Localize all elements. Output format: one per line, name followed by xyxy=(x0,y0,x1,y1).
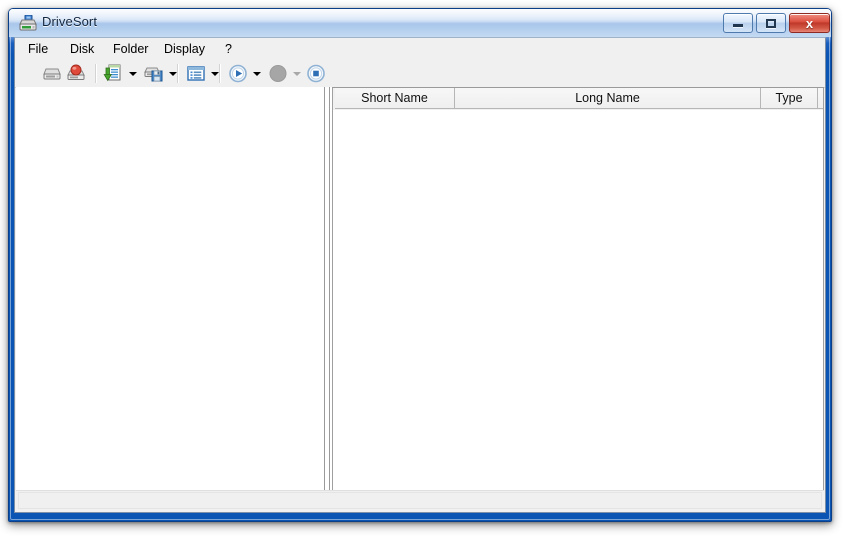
circle-icon xyxy=(269,65,287,82)
status-bar-panel xyxy=(18,492,822,509)
close-icon: x xyxy=(805,15,814,31)
column-header-filler xyxy=(818,88,823,109)
open-drive-button[interactable] xyxy=(41,63,63,84)
maximize-icon xyxy=(757,14,785,32)
menu-item-folder[interactable]: Folder xyxy=(106,41,155,58)
chevron-down-icon xyxy=(129,72,137,76)
sort-run-dropdown[interactable] xyxy=(250,63,263,84)
splitter-line xyxy=(324,87,325,491)
load-directory-dropdown[interactable] xyxy=(126,63,139,84)
client-area: File Disk Folder Display ? Short Name Lo… xyxy=(14,37,826,513)
play-circle-icon xyxy=(229,64,247,83)
title-bar-gloss xyxy=(9,9,831,22)
desktop-background: DriveSort x File Disk Folder Display ? S… xyxy=(0,0,848,539)
drive-icon xyxy=(19,14,37,32)
column-header-long-name[interactable]: Long Name xyxy=(455,88,761,109)
drive-properties-button[interactable] xyxy=(65,63,87,84)
list-view-button[interactable] xyxy=(185,63,207,84)
minimize-icon xyxy=(724,14,752,32)
column-header-type[interactable]: Type xyxy=(761,88,818,109)
record-dropdown xyxy=(290,63,303,84)
splitter-line xyxy=(329,87,330,491)
column-header-short-name[interactable]: Short Name xyxy=(335,88,455,109)
list-column-header-row: Short Name Long Name Type xyxy=(333,88,823,111)
directory-list[interactable]: Short Name Long Name Type xyxy=(332,87,824,491)
toolbar-separator xyxy=(177,64,179,83)
drive-tree[interactable] xyxy=(16,87,324,491)
toolbar-separator xyxy=(95,64,97,83)
panel-splitter[interactable] xyxy=(324,87,332,491)
document-down-arrow-icon xyxy=(103,64,121,82)
title-bar[interactable]: DriveSort x xyxy=(9,9,831,37)
drivesort-window: DriveSort x File Disk Folder Display ? S… xyxy=(8,8,832,522)
chevron-down-icon xyxy=(293,72,301,76)
menu-item-display[interactable]: Display xyxy=(157,41,212,58)
load-directory-button[interactable] xyxy=(103,63,125,84)
stop-circle-icon xyxy=(307,64,325,83)
maximize-button[interactable] xyxy=(756,13,786,33)
status-bar xyxy=(16,490,824,511)
sort-run-button[interactable] xyxy=(227,63,249,84)
menu-item-disk[interactable]: Disk xyxy=(63,41,101,58)
record-button xyxy=(267,63,289,84)
close-button[interactable]: x xyxy=(789,13,830,33)
chevron-down-icon xyxy=(253,72,261,76)
list-view-icon xyxy=(187,66,205,81)
chevron-down-icon xyxy=(211,72,219,76)
toolbar xyxy=(15,60,825,88)
chevron-down-icon xyxy=(169,72,177,76)
menu-item-help[interactable]: ? xyxy=(218,41,239,58)
menu-item-file[interactable]: File xyxy=(21,41,55,58)
window-title: DriveSort xyxy=(42,14,98,29)
drive-red-badge-icon xyxy=(67,64,85,80)
drive-icon xyxy=(43,68,61,80)
list-body[interactable] xyxy=(333,110,823,490)
save-directory-button[interactable] xyxy=(143,63,165,84)
minimize-button[interactable] xyxy=(723,13,753,33)
menu-bar: File Disk Folder Display ? xyxy=(15,38,825,61)
toolbar-separator xyxy=(219,64,221,83)
drive-save-icon xyxy=(144,67,163,82)
stop-button[interactable] xyxy=(305,63,327,84)
